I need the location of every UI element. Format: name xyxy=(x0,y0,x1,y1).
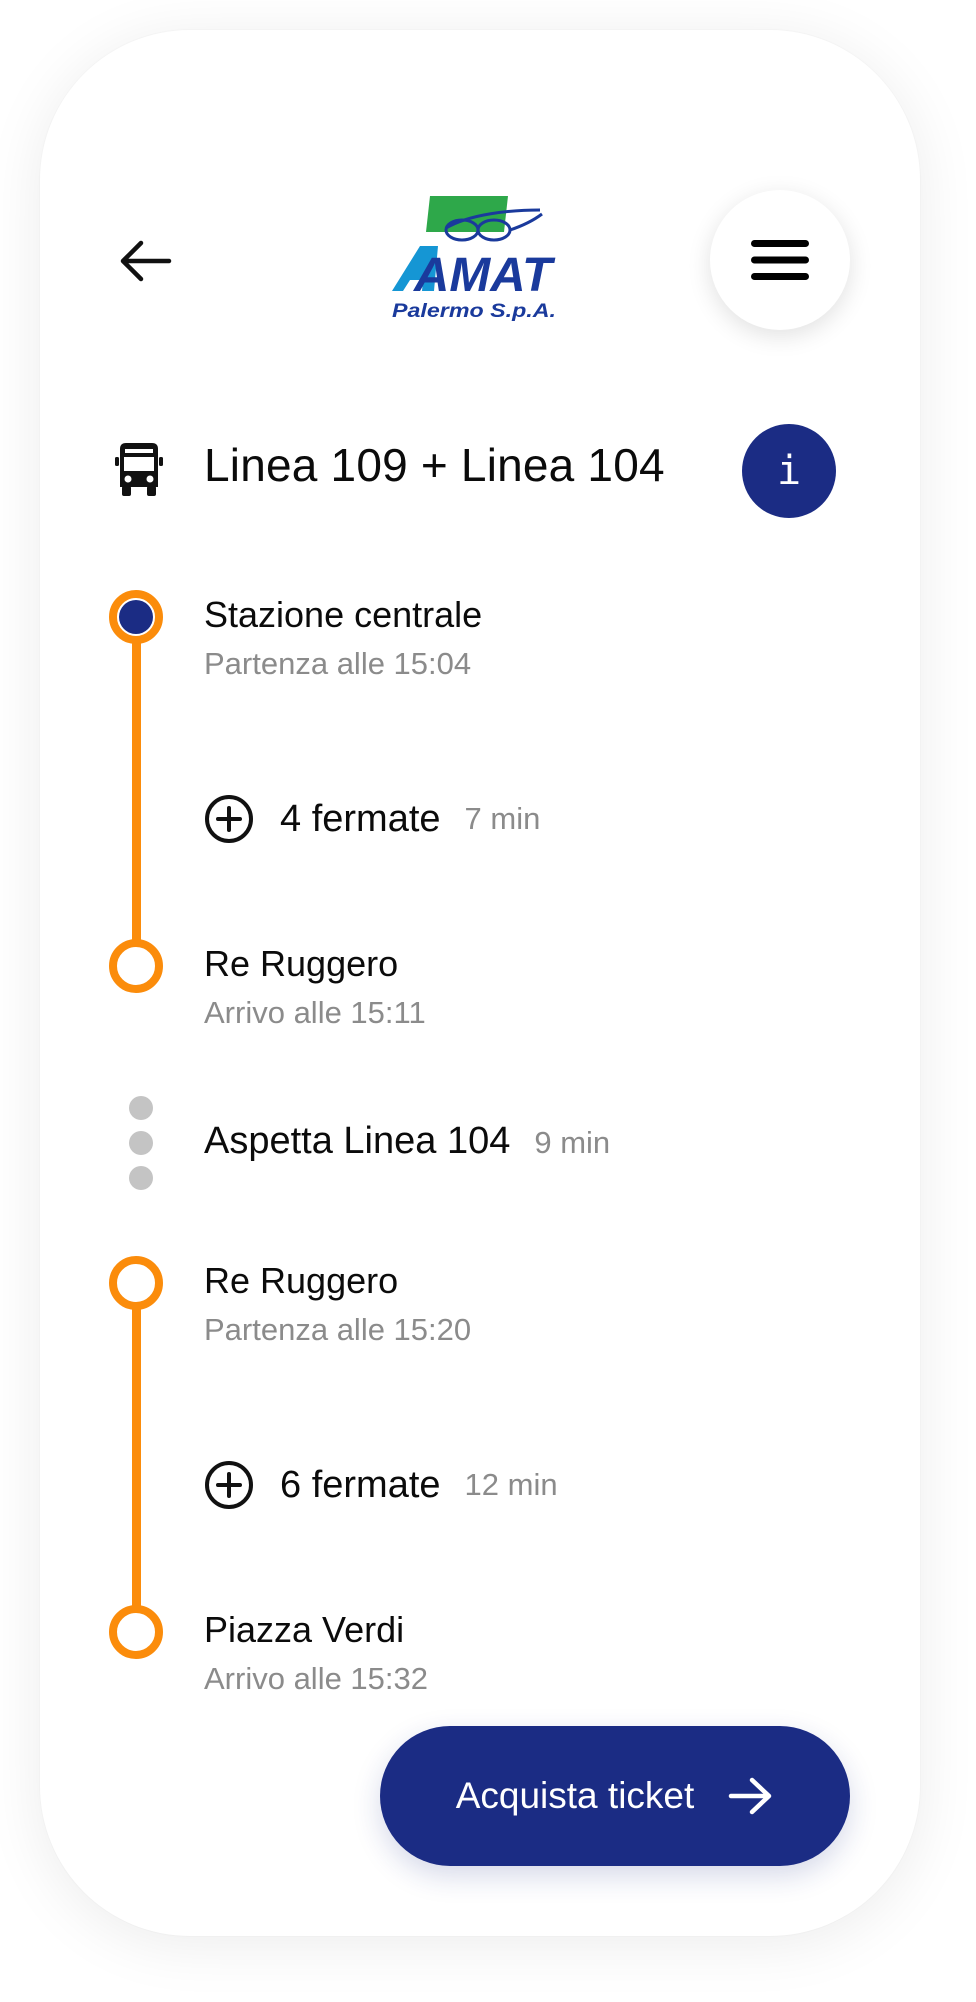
arrow-left-icon xyxy=(120,240,172,282)
stops-count: 6 fermate xyxy=(280,1463,441,1506)
expand-stops-button[interactable]: 4 fermate 7 min xyxy=(204,794,540,844)
expand-stops-button[interactable]: 6 fermate 12 min xyxy=(204,1460,558,1510)
segment-duration: 12 min xyxy=(464,1467,558,1502)
plus-circle-icon xyxy=(205,795,253,843)
wait-duration: 9 min xyxy=(534,1125,611,1160)
wait-dot xyxy=(129,1166,153,1190)
amat-logo: AMAT Palermo S.p.A. xyxy=(390,196,560,322)
route-title: Linea 109 + Linea 104 xyxy=(204,439,665,491)
wait-dot xyxy=(129,1131,153,1155)
wait-label: Aspetta Linea 104 xyxy=(204,1120,511,1162)
arrow-right-icon xyxy=(729,1777,772,1815)
stop-name: Re Ruggero xyxy=(204,943,399,984)
transfer-wait: Aspetta Linea 104 9 min xyxy=(204,1120,610,1163)
stop-time: Partenza alle 15:04 xyxy=(204,646,472,681)
stop-time: Arrivo alle 15:32 xyxy=(204,1661,429,1696)
plus-circle-icon xyxy=(205,1461,253,1509)
route-line-segment-2 xyxy=(132,1298,141,1608)
bus-icon xyxy=(114,443,164,497)
stop-time: Arrivo alle 15:11 xyxy=(204,995,426,1030)
wait-dot xyxy=(129,1096,153,1120)
route-line-segment-1 xyxy=(132,640,141,950)
segment-duration: 7 min xyxy=(464,801,541,836)
stop-name: Piazza Verdi xyxy=(204,1609,405,1650)
stop-name: Re Ruggero xyxy=(204,1260,399,1301)
stop-node-current xyxy=(109,590,163,644)
stop-time: Partenza alle 15:20 xyxy=(204,1312,472,1347)
info-button[interactable]: i xyxy=(742,424,836,518)
stop-node xyxy=(109,939,163,993)
svg-text:Palermo S.p.A.: Palermo S.p.A. xyxy=(392,301,556,322)
buy-ticket-button[interactable]: Acquista ticket xyxy=(380,1726,850,1866)
svg-text:AMAT: AMAT xyxy=(413,249,556,302)
info-icon: i xyxy=(776,448,802,494)
stop-node xyxy=(109,1256,163,1310)
stop-name: Stazione centrale xyxy=(204,594,483,635)
hamburger-menu-icon xyxy=(751,240,809,280)
stops-count: 4 fermate xyxy=(280,797,441,840)
back-button[interactable] xyxy=(110,226,180,296)
menu-button[interactable] xyxy=(710,190,850,330)
stop-node xyxy=(109,1605,163,1659)
current-position-dot xyxy=(119,600,153,634)
buy-ticket-label: Acquista ticket xyxy=(455,1775,695,1816)
